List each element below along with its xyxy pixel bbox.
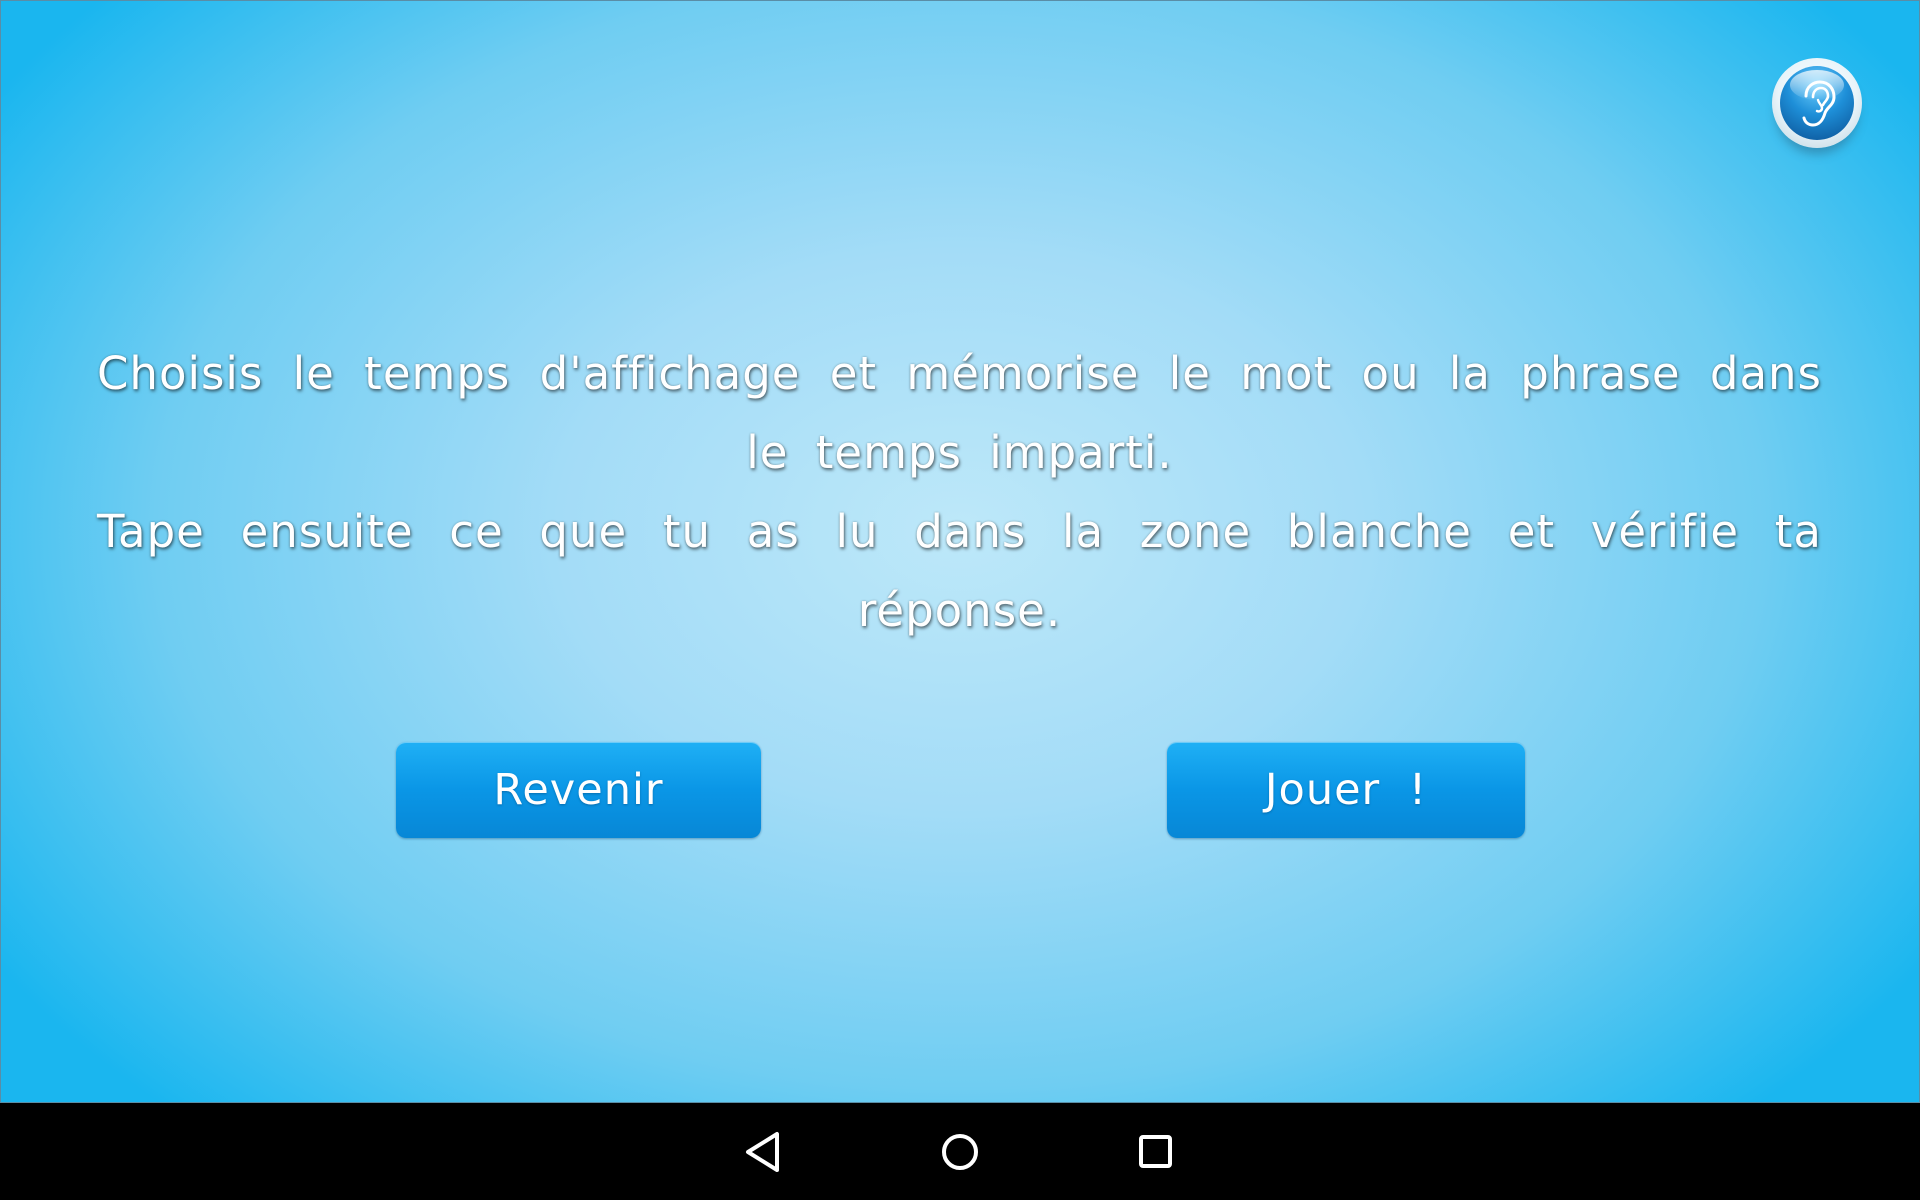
ear-icon — [1802, 80, 1836, 127]
app-screen: Choisis le temps d'affichage et mémorise… — [0, 0, 1920, 1103]
play-button[interactable]: Jouer ! — [1167, 742, 1525, 838]
instructions-paragraph-1: Choisis le temps d'affichage et mémorise… — [97, 347, 1822, 479]
nav-back-button[interactable] — [737, 1124, 793, 1180]
back-triangle-icon — [746, 1132, 779, 1172]
instructions-paragraph-2: Tape ensuite ce que tu as lu dans la zon… — [97, 505, 1822, 637]
listen-button-face — [1780, 66, 1854, 140]
nav-recents-button[interactable] — [1128, 1124, 1184, 1180]
play-button-label: Jouer ! — [1264, 765, 1428, 815]
back-button[interactable]: Revenir — [396, 742, 761, 838]
home-circle-icon — [942, 1134, 978, 1170]
system-navigation-bar — [0, 1103, 1920, 1200]
back-button-label: Revenir — [493, 765, 664, 815]
listen-audio-button[interactable] — [1772, 58, 1862, 148]
instructions-text: Choisis le temps d'affichage et mémorise… — [97, 334, 1822, 650]
recents-square-icon — [1139, 1135, 1172, 1168]
nav-home-button[interactable] — [932, 1124, 988, 1180]
